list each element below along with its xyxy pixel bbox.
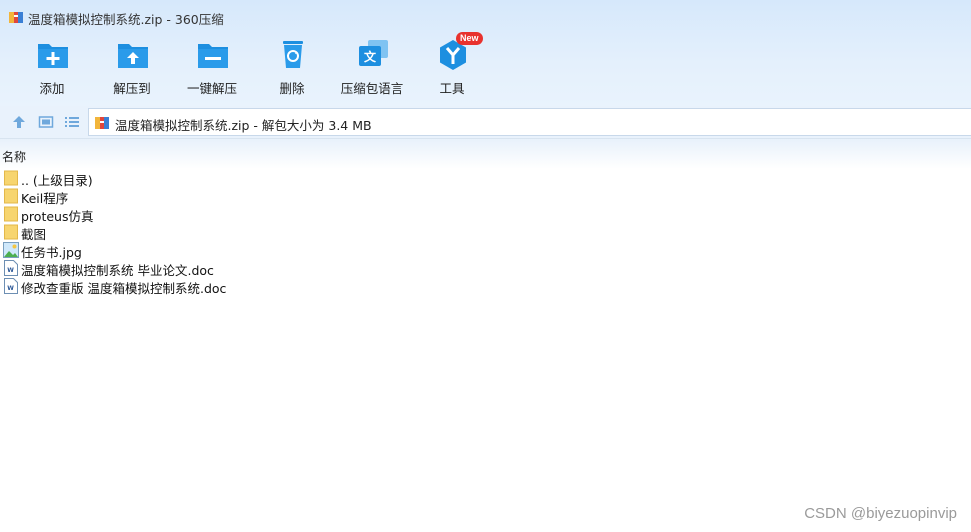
- tools-label: 工具: [439, 81, 465, 96]
- list-item[interactable]: .. (上级目录): [0, 169, 971, 188]
- list-header: 名称: [0, 139, 971, 169]
- language-icon: 文: [359, 40, 388, 66]
- folder-icon: [4, 188, 18, 204]
- list-item[interactable]: proteus仿真: [0, 205, 971, 224]
- add-folder-icon: [38, 44, 68, 68]
- zip-archive-icon: [9, 12, 23, 23]
- tools-button[interactable]: 工具: [412, 38, 492, 98]
- delete-button[interactable]: 删除: [252, 38, 332, 98]
- svg-text:W: W: [7, 285, 14, 292]
- add-label: 添加: [39, 81, 65, 96]
- zip-archive-icon: [95, 117, 109, 129]
- image-file-icon: [3, 242, 19, 258]
- one-click-extract-icon: [198, 44, 228, 68]
- address-bar[interactable]: 温度箱模拟控制系统.zip - 解包大小为 3.4 MB: [88, 108, 971, 136]
- list-item[interactable]: 截图: [0, 223, 971, 242]
- archive-language-button[interactable]: 文 压缩包语言: [332, 38, 412, 98]
- file-name: 修改查重版 温度箱模拟控制系统.doc: [21, 281, 227, 296]
- extract-to-button[interactable]: 解压到: [92, 38, 172, 98]
- list-item[interactable]: W 修改查重版 温度箱模拟控制系统.doc: [0, 277, 971, 296]
- one-click-extract-button[interactable]: 一键解压: [172, 38, 252, 98]
- archive-language-label: 压缩包语言: [340, 81, 404, 96]
- new-badge: New: [456, 32, 483, 45]
- one-click-extract-label: 一键解压: [186, 81, 237, 96]
- svg-text:W: W: [7, 267, 14, 274]
- delete-label: 删除: [279, 81, 305, 96]
- recycle-bin-icon: [283, 41, 303, 68]
- list-view-icon[interactable]: [64, 114, 80, 130]
- watermark: CSDN @biyezuopinvip: [804, 505, 957, 522]
- up-arrow-icon[interactable]: [11, 114, 27, 130]
- column-header-name[interactable]: 名称: [2, 148, 26, 165]
- list-item[interactable]: W 温度箱模拟控制系统 毕业论文.doc: [0, 259, 971, 278]
- list-item[interactable]: 任务书.jpg: [0, 241, 971, 260]
- extract-to-icon: [118, 44, 148, 68]
- navigation-bar: 温度箱模拟控制系统.zip - 解包大小为 3.4 MB: [0, 106, 971, 139]
- doc-file-icon: W: [4, 278, 18, 294]
- doc-file-icon: W: [4, 260, 18, 276]
- folder-icon: [4, 170, 18, 186]
- address-path: 温度箱模拟控制系统.zip - 解包大小为 3.4 MB: [115, 118, 372, 133]
- toolbar: 添加 解压到 一键解压 删除 文 压缩包语言 工具 New: [0, 32, 971, 102]
- folder-icon: [4, 206, 18, 222]
- header-area: 温度箱模拟控制系统.zip - 360压缩 添加 解压到 一键解压 删除 文 压…: [0, 0, 971, 106]
- svg-text:文: 文: [364, 49, 377, 64]
- folder-icon: [4, 224, 18, 240]
- app-window: 温度箱模拟控制系统.zip - 360压缩 添加 解压到 一键解压 删除 文 压…: [0, 0, 971, 532]
- window-title: 温度箱模拟控制系统.zip - 360压缩: [28, 12, 224, 27]
- thumbnail-view-icon[interactable]: [38, 114, 54, 130]
- list-item[interactable]: Keil程序: [0, 187, 971, 206]
- extract-to-label: 解压到: [113, 81, 151, 96]
- add-button[interactable]: 添加: [12, 38, 92, 98]
- file-list: .. (上级目录) Keil程序 proteus仿真 截图 任务书.jpg W …: [0, 169, 971, 296]
- title-bar: 温度箱模拟控制系统.zip - 360压缩: [0, 0, 971, 34]
